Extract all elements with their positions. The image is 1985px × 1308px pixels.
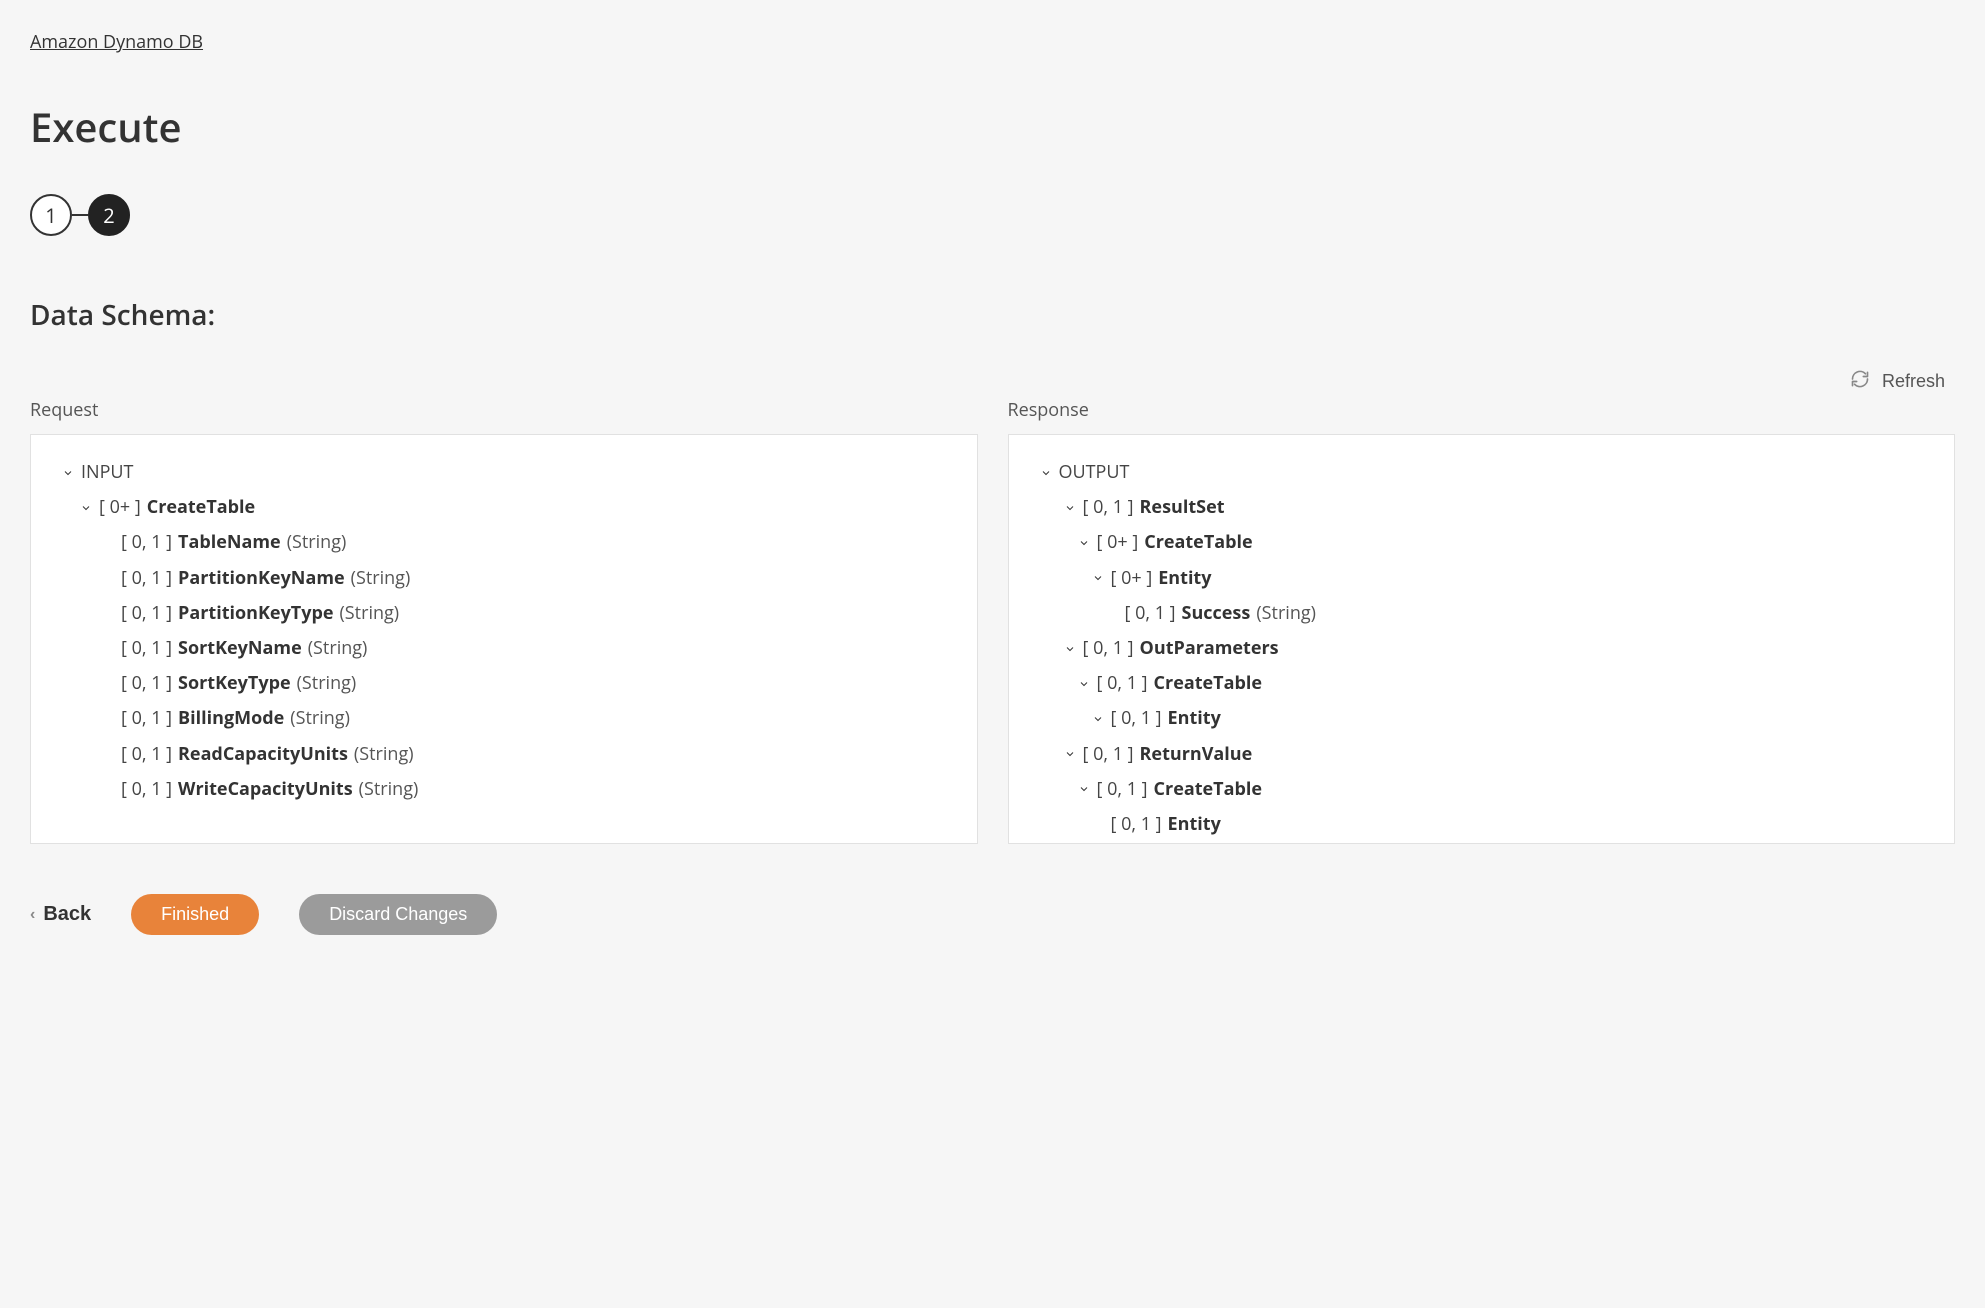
chevron-down-icon[interactable] <box>61 466 75 480</box>
refresh-label: Refresh <box>1882 371 1945 392</box>
tree-node[interactable]: [ 0, 1 ] Success (String) <box>1105 596 1925 631</box>
response-column: Response OUTPUT[ 0, 1 ] ResultSet[ 0+ ] … <box>1008 398 1956 844</box>
tree-node[interactable]: [ 0, 1 ] SortKeyName (String) <box>101 631 947 666</box>
footer: ‹ Back Finished Discard Changes <box>30 894 1955 935</box>
tree-node[interactable]: [ 0, 1 ] ReturnValue <box>1063 737 1925 772</box>
tree-node[interactable]: [ 0, 1 ] OutParameters <box>1063 631 1925 666</box>
chevron-down-icon[interactable] <box>1091 571 1105 585</box>
tree-node[interactable]: [ 0, 1 ] PartitionKeyName (String) <box>101 561 947 596</box>
page-title: Execute <box>30 99 1955 154</box>
tree-node[interactable]: [ 0, 1 ] CreateTable <box>1077 772 1925 807</box>
tree-node[interactable]: [ 0, 1 ] Entity <box>1091 807 1925 842</box>
chevron-down-icon[interactable] <box>1063 747 1077 761</box>
tree-node-input[interactable]: INPUT <box>61 455 947 490</box>
tree-node[interactable]: [ 0, 1 ] PartitionKeyType (String) <box>101 596 947 631</box>
step-2[interactable]: 2 <box>88 194 130 236</box>
discard-changes-button[interactable]: Discard Changes <box>299 894 497 935</box>
tree-node[interactable]: [ 0, 1 ] Entity <box>1091 701 1925 736</box>
tree-node[interactable]: [ 0+ ] Entity <box>1091 561 1925 596</box>
step-1[interactable]: 1 <box>30 194 72 236</box>
chevron-down-icon[interactable] <box>1077 677 1091 691</box>
back-label: Back <box>43 903 91 926</box>
request-column: Request INPUT[ 0+ ] CreateTable[ 0, 1 ] … <box>30 398 978 844</box>
chevron-left-icon: ‹ <box>30 906 35 924</box>
back-button[interactable]: ‹ Back <box>30 903 91 926</box>
breadcrumb[interactable]: Amazon Dynamo DB <box>30 30 203 54</box>
tree-node[interactable]: [ 0, 1 ] ResultSet <box>1063 490 1925 525</box>
section-title: Data Schema: <box>30 296 1955 334</box>
chevron-down-icon[interactable] <box>1063 642 1077 656</box>
tree-node[interactable]: [ 0, 1 ] WriteCapacityUnits (String) <box>101 772 947 807</box>
tree-node-output[interactable]: OUTPUT <box>1039 455 1925 490</box>
refresh-icon <box>1850 369 1870 394</box>
tree-node[interactable]: [ 0, 1 ] ReadCapacityUnits (String) <box>101 737 947 772</box>
request-label: Request <box>30 398 978 422</box>
chevron-down-icon[interactable] <box>1091 712 1105 726</box>
tree-node[interactable]: [ 0, 1 ] TableName (String) <box>101 525 947 560</box>
tree-node[interactable]: [ 0, 1 ] CreateTable <box>1077 666 1925 701</box>
response-panel: OUTPUT[ 0, 1 ] ResultSet[ 0+ ] CreateTab… <box>1008 434 1956 844</box>
refresh-button[interactable]: Refresh <box>1850 369 1945 394</box>
chevron-down-icon[interactable] <box>1077 536 1091 550</box>
response-label: Response <box>1008 398 1956 422</box>
tree-node[interactable]: [ 0, 1 ] SortKeyType (String) <box>101 666 947 701</box>
chevron-down-icon[interactable] <box>1077 782 1091 796</box>
tree-node[interactable]: [ 0+ ] CreateTable <box>1077 525 1925 560</box>
chevron-down-icon[interactable] <box>1039 466 1053 480</box>
chevron-down-icon[interactable] <box>79 501 93 515</box>
tree-node[interactable]: [ 0, 1 ] BillingMode (String) <box>101 701 947 736</box>
tree-node-createtable[interactable]: [ 0+ ] CreateTable <box>79 490 947 525</box>
chevron-down-icon[interactable] <box>1063 501 1077 515</box>
finished-button[interactable]: Finished <box>131 894 259 935</box>
step-connector <box>72 214 88 216</box>
stepper: 1 2 <box>30 194 1955 236</box>
request-panel: INPUT[ 0+ ] CreateTable[ 0, 1 ] TableNam… <box>30 434 978 844</box>
